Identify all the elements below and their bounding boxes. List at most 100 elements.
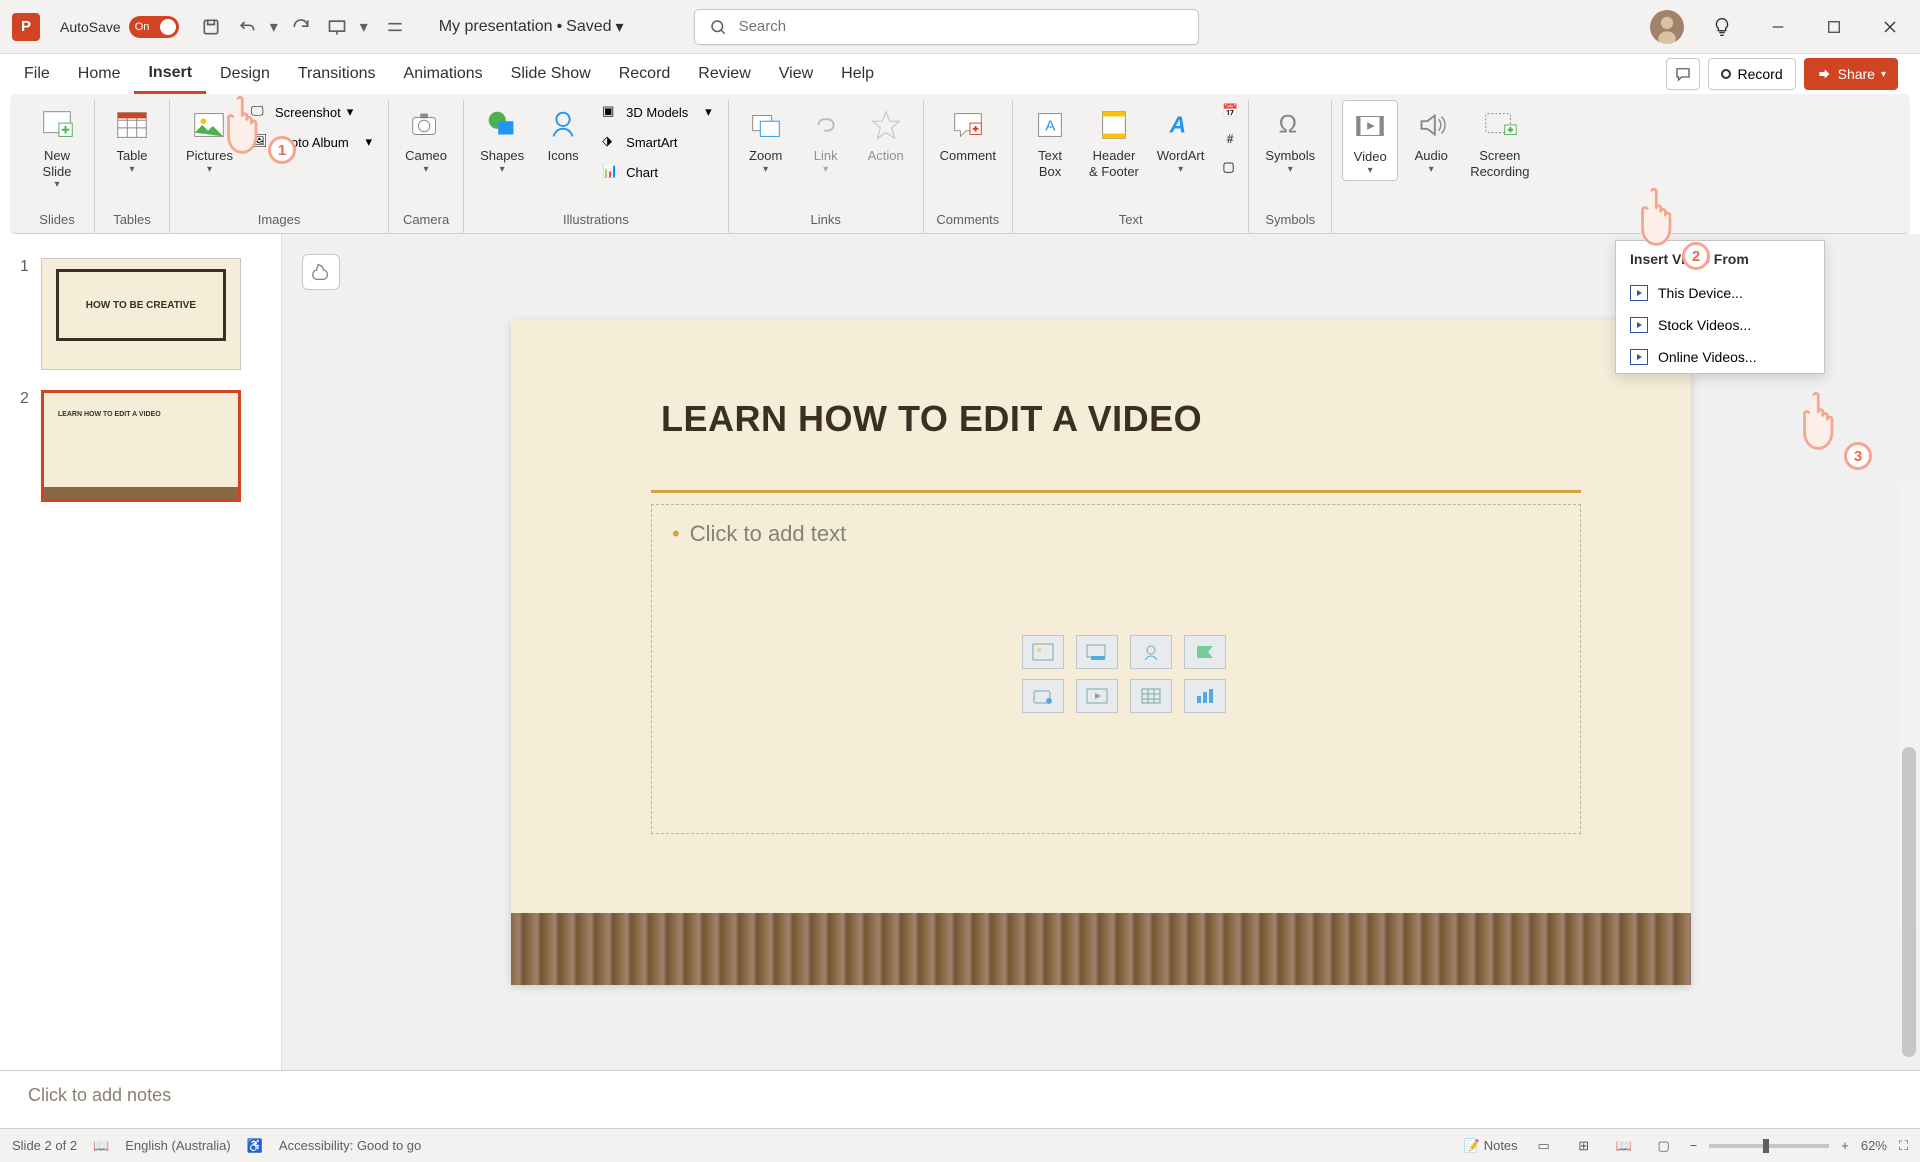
annotation-hand-1: 1 <box>216 92 274 161</box>
slideshow-view-icon[interactable]: ▢ <box>1650 1134 1678 1158</box>
table-button[interactable]: Table ▾ <box>105 100 159 179</box>
tab-animations[interactable]: Animations <box>390 54 497 94</box>
present-icon[interactable] <box>321 11 353 43</box>
tab-file[interactable]: File <box>10 54 64 94</box>
table-placeholder-icon[interactable] <box>1130 679 1172 713</box>
maximize-icon[interactable] <box>1816 9 1852 45</box>
ribbon-group-links: Zoom▾ Link▾ Action Links <box>729 100 924 233</box>
copilot-button[interactable] <box>302 254 340 290</box>
minimize-icon[interactable] <box>1760 9 1796 45</box>
comments-pane-button[interactable] <box>1666 58 1700 90</box>
screen-recording-button[interactable]: Screen Recording <box>1464 100 1535 183</box>
3d-models-button[interactable]: ▣3D Models ▾ <box>596 100 718 124</box>
zoom-slider[interactable] <box>1709 1144 1829 1148</box>
tab-slideshow[interactable]: Slide Show <box>497 54 605 94</box>
slide-thumbnail-2[interactable]: LEARN HOW TO EDIT A VIDEO <box>41 390 241 502</box>
redo-icon[interactable] <box>285 11 317 43</box>
tab-design[interactable]: Design <box>206 54 284 94</box>
ribbon-group-slides: New Slide ▾ Slides <box>20 100 95 233</box>
header-footer-button[interactable]: Header & Footer <box>1083 100 1145 183</box>
video-menu-this-device[interactable]: This Device... <box>1616 277 1824 309</box>
normal-view-icon[interactable]: ▭ <box>1530 1134 1558 1158</box>
device-video-icon <box>1630 285 1648 301</box>
symbols-button[interactable]: ΩSymbols▾ <box>1259 100 1321 179</box>
link-button[interactable]: Link▾ <box>799 100 853 179</box>
record-button[interactable]: Record <box>1708 58 1795 90</box>
zoom-out-icon[interactable]: − <box>1690 1138 1698 1153</box>
chart-button[interactable]: 📊Chart <box>596 160 718 184</box>
vertical-scrollbar[interactable] <box>1900 482 1918 925</box>
tab-review[interactable]: Review <box>684 54 764 94</box>
video-menu-online[interactable]: Online Videos... <box>1616 341 1824 373</box>
wordart-button[interactable]: AWordArt▾ <box>1151 100 1210 179</box>
ribbon-group-camera: Cameo ▾ Camera <box>389 100 464 233</box>
video-placeholder-icon[interactable] <box>1076 679 1118 713</box>
content-placeholder[interactable]: •Click to add text <box>651 504 1581 834</box>
tab-home[interactable]: Home <box>64 54 135 94</box>
zoom-in-icon[interactable]: + <box>1841 1138 1849 1153</box>
zoom-button[interactable]: Zoom▾ <box>739 100 793 179</box>
action-button[interactable]: Action <box>859 100 913 168</box>
ribbon-tabs: File Home Insert Design Transitions Anim… <box>0 54 1920 94</box>
comment-button[interactable]: Comment <box>934 100 1002 168</box>
record-dot-icon <box>1721 69 1731 79</box>
tab-record[interactable]: Record <box>605 54 685 94</box>
slide-canvas[interactable]: LEARN HOW TO EDIT A VIDEO •Click to add … <box>511 320 1691 985</box>
search-box[interactable] <box>694 9 1199 45</box>
chevron-down-icon[interactable]: ▾ <box>357 11 371 43</box>
video-button[interactable]: Video▾ <box>1342 100 1398 181</box>
slide-thumbnail-1[interactable]: HOW TO BE CREATIVE <box>41 258 241 370</box>
document-title[interactable]: My presentation•Saved ▾ <box>439 17 624 37</box>
scroll-thumb[interactable] <box>1902 747 1916 1057</box>
date-time-icon[interactable]: 📅 <box>1216 100 1238 122</box>
close-icon[interactable] <box>1872 9 1908 45</box>
smartart-placeholder-icon[interactable] <box>1184 635 1226 669</box>
save-icon[interactable] <box>195 11 227 43</box>
new-slide-button[interactable]: New Slide ▾ <box>30 100 84 194</box>
icons-placeholder-icon[interactable] <box>1130 635 1172 669</box>
accessibility-status[interactable]: Accessibility: Good to go <box>279 1138 421 1153</box>
sorter-view-icon[interactable]: ⊞ <box>1570 1134 1598 1158</box>
stock-images-icon[interactable] <box>1022 635 1064 669</box>
language-indicator[interactable]: English (Australia) <box>125 1138 231 1153</box>
spell-check-icon[interactable]: 📖 <box>93 1138 109 1154</box>
annotation-hand-2: 2 <box>1630 184 1688 253</box>
video-insert-menu: Insert Video From This Device... Stock V… <box>1615 240 1825 374</box>
video-menu-stock[interactable]: Stock Videos... <box>1616 309 1824 341</box>
cameo-placeholder-icon[interactable] <box>1022 679 1064 713</box>
zoom-level[interactable]: 62% <box>1861 1138 1887 1153</box>
chevron-down-icon: ▾ <box>616 17 624 37</box>
notes-toggle[interactable]: 📝 Notes <box>1464 1138 1518 1154</box>
ribbon-group-images: Pictures ▾ 🖵Screenshot ▾ 🖼Photo Album ▾ … <box>170 100 389 233</box>
tab-help[interactable]: Help <box>827 54 888 94</box>
textbox-button[interactable]: AText Box <box>1023 100 1077 183</box>
slide-number-icon[interactable]: #️ <box>1216 128 1238 150</box>
thumb-number: 1 <box>20 258 29 370</box>
placeholder-icons <box>1022 635 1230 713</box>
lightbulb-icon[interactable] <box>1704 9 1740 45</box>
reading-view-icon[interactable]: 📖 <box>1610 1134 1638 1158</box>
fit-window-icon[interactable]: ⛶ <box>1899 1138 1908 1154</box>
customize-qat-icon[interactable] <box>379 11 411 43</box>
slide-counter[interactable]: Slide 2 of 2 <box>12 1138 77 1153</box>
accessibility-icon[interactable]: ♿ <box>247 1138 263 1154</box>
icons-button[interactable]: Icons <box>536 100 590 168</box>
object-icon[interactable]: ▢ <box>1216 156 1238 178</box>
shapes-button[interactable]: Shapes ▾ <box>474 100 530 179</box>
tab-view[interactable]: View <box>765 54 827 94</box>
autosave-toggle[interactable]: On <box>129 16 179 38</box>
undo-icon[interactable] <box>231 11 263 43</box>
avatar[interactable] <box>1650 10 1684 44</box>
chart-placeholder-icon[interactable] <box>1184 679 1226 713</box>
cameo-button[interactable]: Cameo ▾ <box>399 100 453 179</box>
notes-pane[interactable]: Click to add notes <box>0 1070 1920 1128</box>
tab-transitions[interactable]: Transitions <box>284 54 390 94</box>
slide-title[interactable]: LEARN HOW TO EDIT A VIDEO <box>661 398 1202 440</box>
audio-button[interactable]: Audio▾ <box>1404 100 1458 179</box>
smartart-button[interactable]: ⬗SmartArt <box>596 130 718 154</box>
tab-insert[interactable]: Insert <box>134 54 206 94</box>
search-input[interactable] <box>739 18 1184 35</box>
chevron-down-icon[interactable]: ▾ <box>267 11 281 43</box>
share-button[interactable]: Share▾ <box>1804 58 1898 90</box>
pictures-icon[interactable] <box>1076 635 1118 669</box>
